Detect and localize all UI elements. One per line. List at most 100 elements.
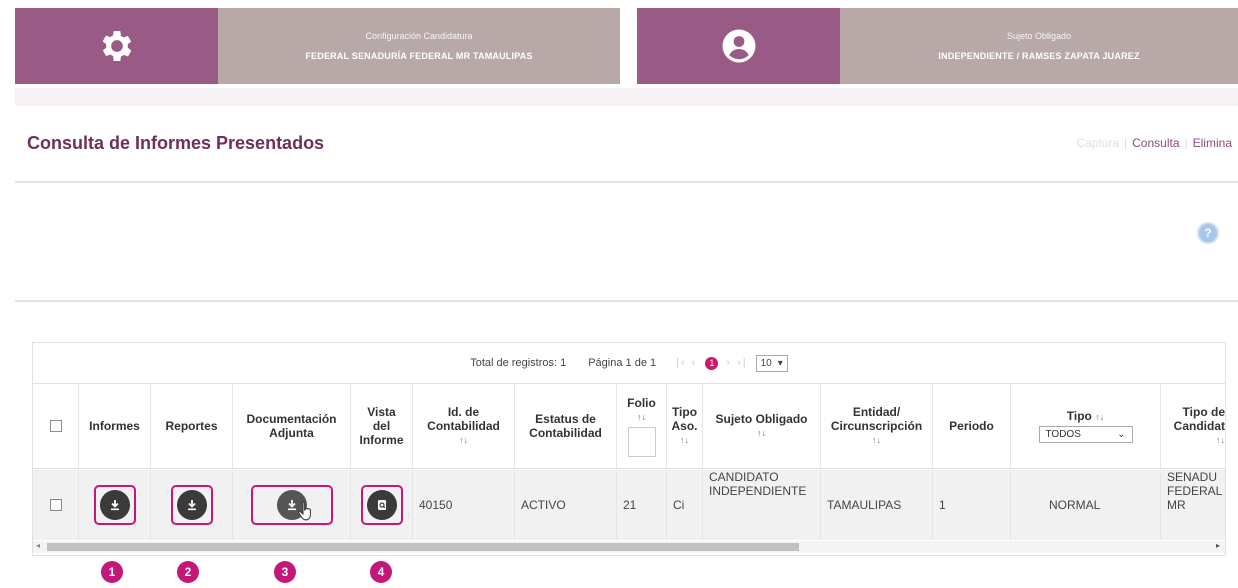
document-search-icon (377, 500, 386, 510)
id-contabilidad-value: 40150 (419, 498, 453, 512)
col-entidad[interactable]: Entidad/Circunscripción ↑↓ (821, 384, 933, 468)
scroll-right-arrow-icon[interactable]: ▸ (1216, 541, 1220, 550)
obligated-subject-value: INDEPENDIENTE / RAMSES ZAPATA JUAREZ (938, 51, 1140, 61)
table-row: 40150 ACTIVO 21 Ci CANDIDATO INDEPENDIENT… (33, 470, 1225, 540)
col-est-label-1: Estatus de (535, 412, 596, 426)
callout-box-4 (360, 485, 403, 525)
breadcrumb-elimina[interactable]: Elimina (1193, 136, 1232, 150)
sort-icon: ↑↓ (459, 435, 468, 445)
col-reportes-label: Reportes (165, 419, 218, 433)
breadcrumb-consulta[interactable]: Consulta (1132, 136, 1179, 150)
col-documentacion: Documentación Adjunta (233, 384, 351, 468)
col-doc-label-2: Adjunta (269, 426, 314, 440)
cell-documentacion (233, 470, 351, 540)
col-tipo-aso[interactable]: Tipo Aso. ↑↓ (667, 384, 703, 468)
col-tipo-candidatura[interactable]: Tipo de Candidat ↑↓ (1161, 384, 1225, 468)
obligated-subject-label: Sujeto Obligado (1006, 31, 1072, 41)
col-estatus: Estatus de Contabilidad (515, 384, 617, 468)
download-informe-button[interactable] (99, 490, 130, 520)
cell-periodo: 1 (933, 470, 1011, 540)
scrollbar-thumb[interactable] (47, 543, 799, 551)
breadcrumb: Captura | Consulta | Elimina (1076, 136, 1232, 150)
col-informes: Informes (79, 384, 151, 468)
cell-tipo-candidatura: SENADU FEDERAL MR (1161, 470, 1225, 540)
select-all-checkbox[interactable] (49, 420, 62, 432)
breadcrumb-separator: | (1184, 136, 1188, 150)
download-icon (187, 500, 196, 511)
row-checkbox-cell (33, 470, 79, 540)
callout-badge-3: 3 (274, 561, 296, 583)
col-vista-label-3: Informe (359, 433, 404, 447)
cell-sujeto-obligado: CANDIDATO INDEPENDIENTE (703, 470, 821, 540)
obligated-subject-card: Sujeto Obligado INDEPENDIENTE / RAMSES Z… (637, 8, 1238, 84)
help-icon[interactable]: ? (1197, 222, 1219, 244)
tipo-value: NORMAL (1049, 498, 1101, 512)
download-icon (110, 500, 119, 511)
cell-tipo: NORMAL (1011, 470, 1161, 540)
page-size-select[interactable]: 10 ▾ (755, 354, 788, 372)
folio-filter-input[interactable] (627, 426, 656, 457)
callout-box-3 (250, 485, 333, 525)
col-sujeto-obligado[interactable]: Sujeto Obligado ↑↓ (703, 384, 821, 468)
col-periodo-label: Periodo (949, 419, 994, 433)
folio-value: 21 (623, 498, 637, 512)
view-report-button[interactable] (366, 490, 397, 520)
divider (15, 300, 1238, 302)
col-tipo[interactable]: Tipo ↑↓ TODOS ⌄ (1011, 384, 1161, 468)
obligated-subject-info: Sujeto Obligado INDEPENDIENTE / RAMSES Z… (840, 8, 1238, 84)
col-informes-label: Informes (89, 419, 140, 433)
user-circle-icon (722, 29, 755, 63)
callout-badge-1: 1 (101, 561, 123, 583)
sort-icon: ↑↓ (757, 428, 766, 438)
horizontal-scrollbar[interactable]: ◂ ▸ (33, 541, 1225, 553)
col-ent-label-2: Circunscripción (830, 419, 923, 433)
col-tcand-label-2: Candidat (1173, 419, 1225, 433)
breadcrumb-separator: | (1124, 136, 1128, 150)
col-ent-label-1: Entidad/ (852, 405, 901, 419)
col-vista-label-1: Vista (367, 405, 396, 419)
col-folio[interactable]: Folio ↑↓ (617, 384, 667, 468)
sort-icon: ↑↓ (1095, 412, 1105, 422)
candidature-config-value: FEDERAL SENADURÍA FEDERAL MR TAMAULIPAS (305, 51, 533, 61)
tipo-filter-select[interactable]: TODOS ⌄ (1038, 426, 1133, 443)
tipo-filter-value: TODOS (1045, 428, 1081, 440)
sujeto-value-2: INDEPENDIENTE (709, 484, 807, 498)
tcand-value-2: FEDERAL (1167, 484, 1223, 498)
cell-id-contabilidad: 40150 (413, 470, 515, 540)
candidature-config-info: Configuración Candidatura FEDERAL SENADU… (218, 8, 620, 84)
sort-icon: ↑↓ (680, 435, 689, 445)
scroll-left-arrow-icon[interactable]: ◂ (36, 541, 40, 550)
next-page-arrows[interactable]: › ›| (726, 357, 747, 369)
tcand-value-1: SENADU (1167, 470, 1218, 484)
col-sujeto-label: Sujeto Obligado (715, 412, 808, 426)
row-checkbox[interactable] (49, 499, 62, 511)
total-records: Total de registros: 1 (470, 357, 567, 369)
callout-badge-2: 2 (177, 561, 199, 583)
page-1-button[interactable]: 1 (705, 356, 719, 370)
page-indicator: Página 1 de 1 (588, 357, 657, 369)
col-folio-label: Folio (627, 395, 656, 410)
config-icon-box (15, 8, 218, 84)
col-id-contabilidad[interactable]: Id. de Contabilidad ↑↓ (413, 384, 515, 468)
cell-folio: 21 (617, 470, 667, 540)
col-doc-label-1: Documentación (246, 412, 337, 426)
estatus-value: ACTIVO (521, 498, 566, 512)
hand-cursor-icon (297, 501, 311, 521)
callout-box-1 (93, 485, 136, 525)
col-tipo-aso-label-2: Aso. (671, 419, 698, 433)
table-header: Informes Reportes Documentación Adjunta V… (33, 383, 1225, 469)
callout-badge-4: 4 (370, 561, 392, 583)
breadcrumb-captura[interactable]: Captura (1076, 136, 1119, 150)
col-tcand-label-1: Tipo de (1182, 405, 1225, 419)
prev-page-arrows[interactable]: |‹ ‹ (676, 357, 697, 369)
cell-vista-informe (351, 470, 413, 540)
divider (15, 181, 1238, 183)
page-size-value: 10 (760, 357, 772, 369)
col-vista-label-2: del (372, 419, 391, 433)
download-reporte-button[interactable] (176, 490, 207, 520)
reports-table: Total de registros: 1 Página 1 de 1 |‹ ‹… (32, 342, 1226, 556)
cell-informes (79, 470, 151, 540)
sort-icon: ↑↓ (1216, 435, 1225, 445)
col-est-label-2: Contabilidad (529, 426, 602, 440)
chevron-down-icon: ⌄ (1117, 428, 1126, 440)
